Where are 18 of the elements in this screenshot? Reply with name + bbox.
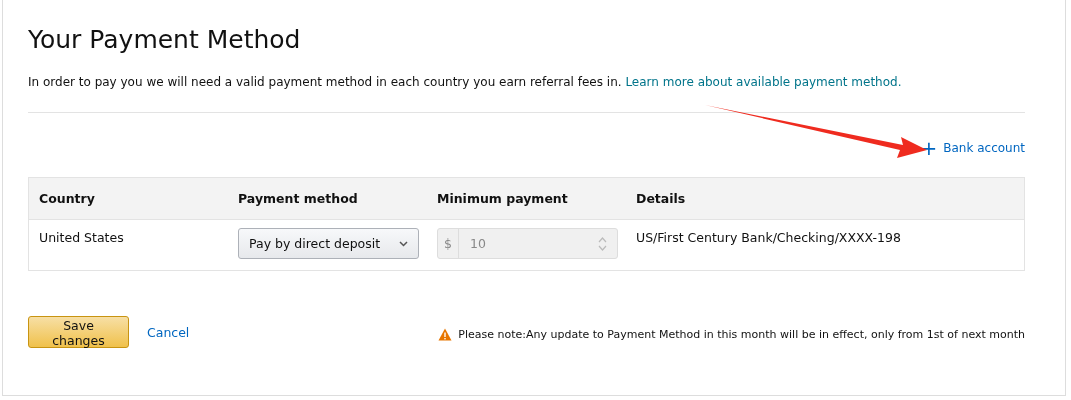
column-header: Country (39, 191, 96, 206)
column-header: Details (636, 191, 687, 206)
table-cell: United States (39, 230, 124, 245)
note-text: Please note:Any update to Payment Method in this month will be in effect, only from 1st of next month (458, 327, 1025, 341)
table-cell: US/First Century Bank/Checking/XXXX-198 (636, 230, 901, 245)
page-title: Your Payment Method (28, 24, 302, 56)
column-header: Payment method (238, 191, 359, 206)
learn-more-link[interactable]: Learn more about available payment method. (625, 75, 902, 89)
add-bank-account-link[interactable]: + Bank account (920, 139, 1025, 157)
intro-text: In order to pay you we will need a valid payment method in each country you earn referral fees in. Learn more about available payment method. (28, 74, 903, 90)
warning-icon (438, 327, 453, 341)
save-changes-button[interactable]: Save changes (28, 316, 129, 348)
spinner-icon (598, 235, 607, 252)
minimum-payment-field[interactable]: $ 10 (437, 228, 618, 259)
caret-icon (399, 240, 408, 247)
cancel-link[interactable]: Cancel (147, 324, 190, 340)
column-header: Minimum payment (437, 191, 569, 206)
payment-method-dropdown[interactable]: Pay by direct deposit (238, 228, 419, 259)
